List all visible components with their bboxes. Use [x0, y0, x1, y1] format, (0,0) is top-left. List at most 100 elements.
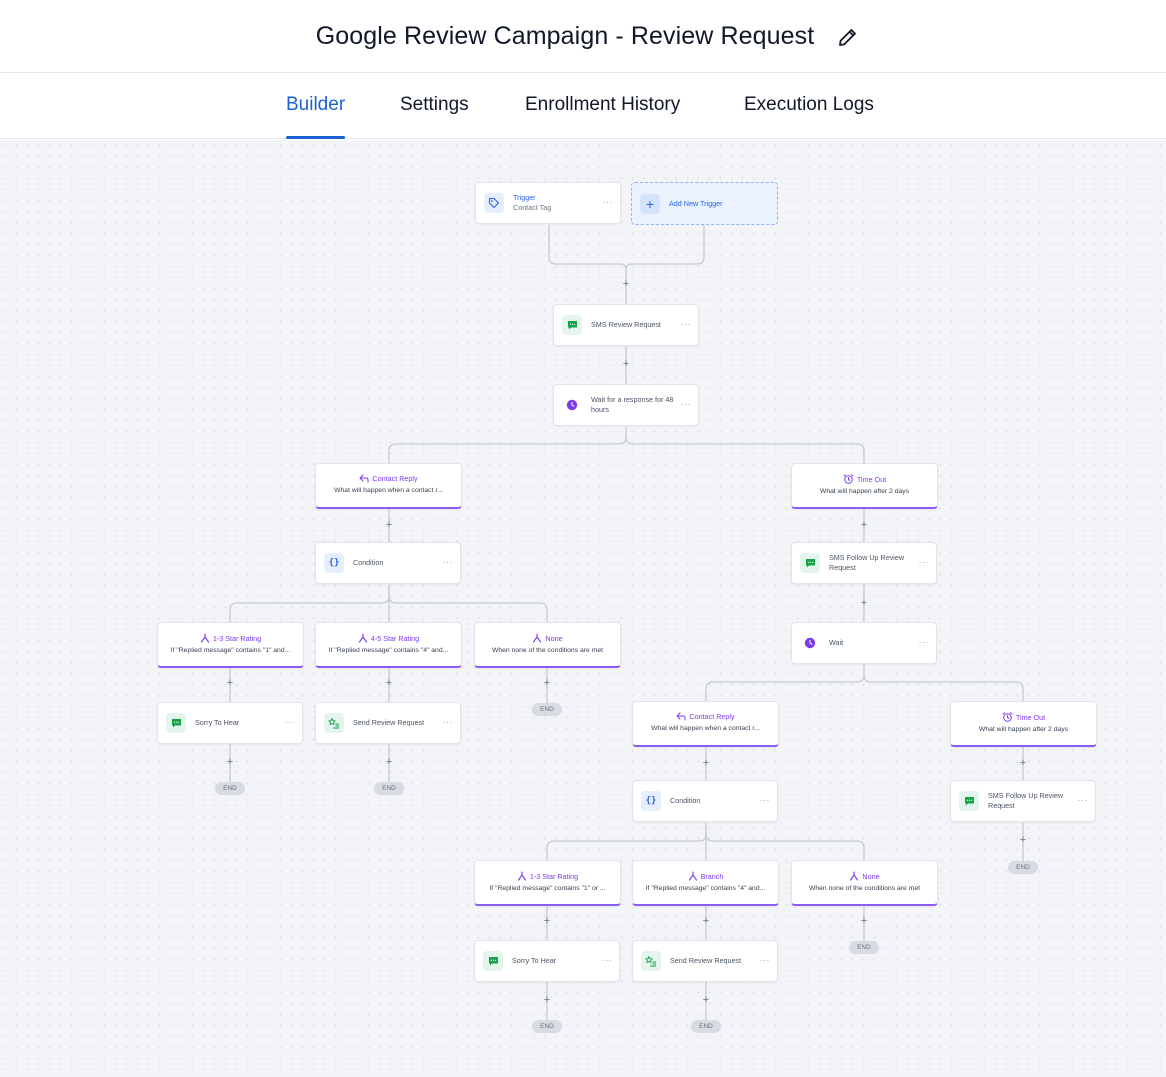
end-badge: END: [374, 782, 404, 795]
branch-title: Time Out: [1015, 712, 1046, 722]
add-step-plus[interactable]: +: [859, 520, 869, 531]
add-step-plus[interactable]: +: [384, 757, 394, 768]
more-options-icon[interactable]: ···: [1078, 795, 1089, 805]
add-step-plus[interactable]: +: [1018, 758, 1028, 769]
more-options-icon[interactable]: ···: [443, 717, 454, 727]
sms-icon: [959, 791, 979, 811]
sms-follow-up-node[interactable]: SMS Follow Up Review Request ···: [950, 780, 1096, 822]
tab-execution-logs[interactable]: Execution Logs: [744, 74, 874, 139]
condition-node[interactable]: {} Condition ···: [315, 542, 461, 584]
sms-review-request-node[interactable]: SMS Review Request ···: [553, 304, 699, 346]
time-out-branch[interactable]: Time Out What will happen after 2 days: [791, 463, 938, 509]
sms-follow-up-node[interactable]: SMS Follow Up Review Request ···: [791, 542, 937, 584]
add-step-plus[interactable]: +: [1018, 835, 1028, 846]
rating-branch-1-3[interactable]: 1-3 Star Rating If "Replied message" con…: [157, 622, 304, 668]
branch-title: Contact Reply: [689, 712, 735, 721]
add-step-plus[interactable]: +: [542, 916, 552, 927]
more-options-icon[interactable]: ···: [681, 319, 692, 329]
time-out-branch[interactable]: Time Out What will happen after 2 days: [950, 701, 1097, 747]
wait-node[interactable]: Wait ···: [791, 622, 937, 664]
end-badge: END: [1008, 861, 1038, 874]
contact-reply-branch[interactable]: Contact Reply What will happen when a co…: [632, 701, 779, 747]
trigger-node[interactable]: Trigger Contact Tag ···: [475, 182, 621, 224]
branch-subtitle: What will happen after 2 days: [819, 488, 910, 495]
condition-node[interactable]: {} Condition ···: [632, 780, 778, 822]
sms-icon: [562, 315, 582, 335]
node-label: Sorry To Hear: [512, 956, 557, 966]
rating-branch-4-5[interactable]: 4-5 Star Rating If "Replied message" con…: [315, 622, 462, 668]
workflow-title-row: Google Review Campaign - Review Request: [0, 0, 1166, 73]
branch-branch[interactable]: Branch If "Replied message" contains "4"…: [632, 860, 779, 906]
contact-reply-branch[interactable]: Contact Reply What will happen when a co…: [315, 463, 462, 509]
pencil-icon[interactable]: [836, 25, 860, 49]
branch-title: None: [862, 871, 880, 881]
end-badge: END: [532, 1020, 562, 1033]
branch-icon: [688, 871, 697, 881]
add-step-plus[interactable]: +: [859, 916, 869, 927]
add-step-plus[interactable]: +: [621, 359, 631, 370]
node-label: SMS Review Request: [591, 320, 661, 330]
tab-enrollment-history[interactable]: Enrollment History: [525, 74, 680, 139]
add-step-plus[interactable]: +: [225, 678, 235, 689]
branch-icon: [517, 871, 526, 881]
more-options-icon[interactable]: ···: [602, 955, 613, 965]
node-label: Sorry To Hear: [195, 718, 240, 728]
add-step-plus[interactable]: +: [542, 995, 552, 1006]
wait-response-node[interactable]: Wait for a response for 48 hours ···: [553, 384, 699, 426]
add-step-plus[interactable]: +: [542, 678, 552, 689]
end-badge: END: [691, 1020, 721, 1033]
alarm-icon: [843, 474, 854, 484]
branch-icon: [533, 633, 542, 643]
more-options-icon[interactable]: ···: [760, 955, 771, 965]
send-review-request-node[interactable]: Send Review Request ···: [315, 702, 461, 744]
branch-subtitle: If "Replied message" contains "1" and...: [170, 647, 291, 654]
sorry-to-hear-node[interactable]: Sorry To Hear ···: [474, 940, 620, 982]
add-step-plus[interactable]: +: [701, 995, 711, 1006]
more-options-icon[interactable]: ···: [443, 557, 454, 567]
branch-title: 1-3 Star Rating: [529, 871, 579, 881]
node-label: Send Review Request: [670, 956, 742, 966]
more-options-icon[interactable]: ···: [285, 717, 296, 727]
sms-icon: [800, 553, 820, 573]
more-options-icon[interactable]: ···: [919, 557, 930, 567]
add-step-plus[interactable]: +: [384, 678, 394, 689]
connector-lines: [229, 225, 1024, 1020]
branch-title: Branch: [700, 871, 724, 881]
add-step-plus[interactable]: +: [621, 279, 631, 290]
node-label: Wait: [829, 638, 844, 648]
more-options-icon[interactable]: ···: [681, 399, 692, 409]
workflow-header: Google Review Campaign - Review Request: [0, 0, 1166, 73]
add-step-plus[interactable]: +: [384, 520, 394, 531]
braces-icon: {}: [324, 553, 344, 573]
more-options-icon[interactable]: ···: [919, 637, 930, 647]
rating-branch-1-3[interactable]: 1-3 Star Rating If "Replied message" con…: [474, 860, 621, 906]
none-branch[interactable]: None When none of the conditions are met: [474, 622, 621, 668]
sms-icon: [483, 951, 503, 971]
branch-title: 1-3 Star Rating: [212, 633, 262, 643]
sorry-to-hear-node[interactable]: Sorry To Hear ···: [157, 702, 303, 744]
tab-settings[interactable]: Settings: [400, 74, 469, 139]
tag-icon: [484, 193, 504, 213]
add-trigger-button[interactable]: + Add New Trigger: [631, 182, 778, 225]
clock-icon: [800, 633, 820, 653]
add-step-plus[interactable]: +: [701, 758, 711, 769]
branch-subtitle: If "Replied message" contains "4" and...: [645, 885, 766, 892]
tab-builder[interactable]: Builder: [286, 74, 346, 139]
add-step-plus[interactable]: +: [701, 916, 711, 927]
node-label: SMS Follow Up Review Request: [988, 791, 1064, 810]
none-branch[interactable]: None When none of the conditions are met: [791, 860, 938, 906]
add-step-plus[interactable]: +: [859, 598, 869, 609]
send-review-request-node[interactable]: Send Review Request ···: [632, 940, 778, 982]
workflow-canvas[interactable]: Trigger Contact Tag ··· + Add New Trigge…: [0, 140, 1166, 1077]
end-badge: END: [215, 782, 245, 795]
star-list-icon: [641, 951, 661, 971]
add-trigger-label: Add New Trigger: [669, 199, 723, 208]
branch-icon: [200, 633, 209, 643]
add-step-plus[interactable]: +: [225, 757, 235, 768]
branch-subtitle: What will happen when a contact r...: [651, 725, 760, 732]
node-label: Condition: [353, 558, 384, 568]
braces-icon: {}: [641, 791, 661, 811]
more-options-icon[interactable]: ···: [760, 795, 771, 805]
reply-icon: [676, 712, 686, 721]
more-options-icon[interactable]: ···: [603, 197, 614, 207]
